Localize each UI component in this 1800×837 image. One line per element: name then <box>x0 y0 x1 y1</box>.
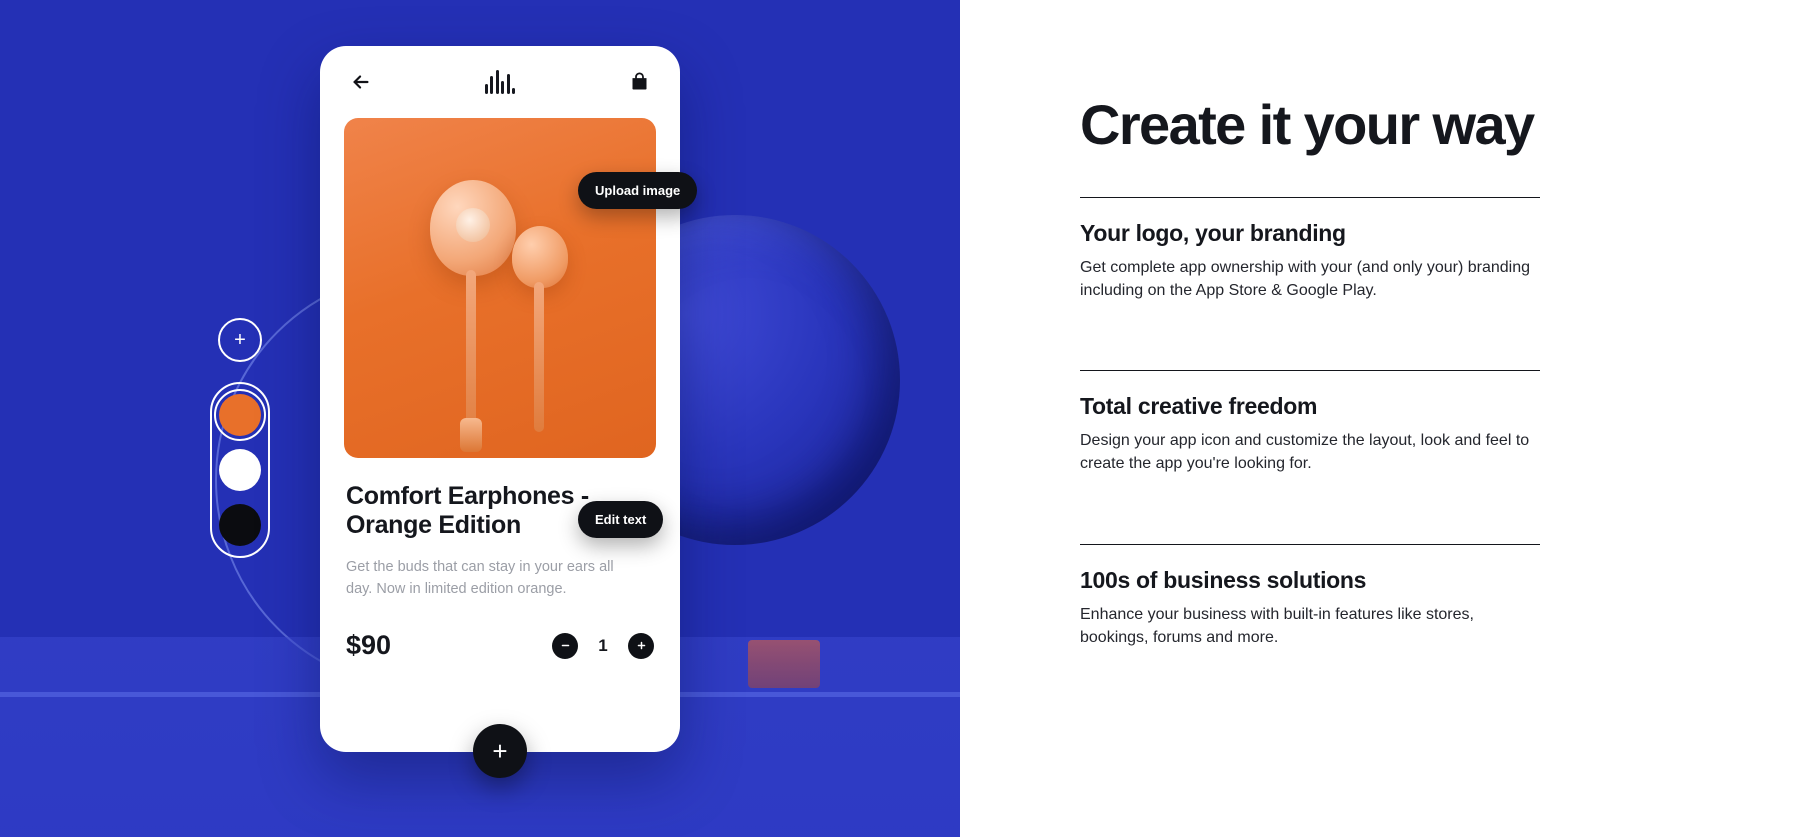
plus-icon: + <box>234 328 246 351</box>
edit-text-button[interactable]: Edit text <box>578 501 664 538</box>
color-swatch-black[interactable] <box>219 504 261 546</box>
earphone-cord-right <box>534 282 544 432</box>
color-swatch-white[interactable] <box>219 449 261 491</box>
quantity-value: 1 <box>598 635 608 655</box>
color-picker-rail <box>210 382 270 558</box>
feature-title: Your logo, your branding <box>1080 219 1346 246</box>
feature-body: Design your app icon and customize the l… <box>1080 432 1530 473</box>
quantity-stepper: 1 <box>552 632 654 659</box>
feature-item: Your logo, your branding Get complete ap… <box>1080 198 1540 328</box>
page-title: Create it your way <box>1080 93 1535 156</box>
feature-title: Total creative freedom <box>1080 393 1318 420</box>
feature-body: Enhance your business with built-in feat… <box>1080 605 1474 646</box>
feature-body: Get complete app ownership with your (an… <box>1080 258 1531 299</box>
plus-icon: + <box>492 735 508 766</box>
product-title: Comfort Earphones - Orange Edition <box>346 482 589 539</box>
earphone-connector <box>460 418 482 452</box>
product-image[interactable] <box>344 118 656 458</box>
page-root: + Comfort Earphones - Orange Edition Get… <box>0 0 1800 837</box>
hero-panel: + Comfort Earphones - Orange Edition Get… <box>0 0 960 837</box>
color-swatch-orange[interactable] <box>214 389 266 441</box>
earbud-large <box>430 180 516 276</box>
add-block-fab[interactable]: + <box>473 724 527 778</box>
back-arrow-icon[interactable] <box>344 65 378 99</box>
price-row: $90 1 <box>346 630 654 661</box>
feature-item: 100s of business solutions Enhance your … <box>1080 545 1540 675</box>
earbud-small <box>512 226 568 288</box>
content-panel: Create it your way Your logo, your brand… <box>960 0 1800 837</box>
decrease-quantity-button[interactable] <box>552 632 578 659</box>
product-price: $90 <box>346 630 392 661</box>
feature-item: Total creative freedom Design your app i… <box>1080 371 1540 501</box>
add-color-button[interactable]: + <box>218 318 262 362</box>
phone-mockup: Comfort Earphones - Orange Edition Get t… <box>320 46 698 778</box>
upload-image-button[interactable]: Upload image <box>578 172 698 209</box>
increase-quantity-button[interactable] <box>628 632 654 659</box>
feature-title: 100s of business solutions <box>1080 566 1367 593</box>
app-topbar <box>320 46 680 118</box>
shopping-bag-icon[interactable] <box>622 65 656 99</box>
product-details: Comfort Earphones - Orange Edition Get t… <box>320 458 680 661</box>
product-description: Get the buds that can stay in your ears … <box>346 558 614 597</box>
audio-waveform-icon <box>484 70 516 94</box>
